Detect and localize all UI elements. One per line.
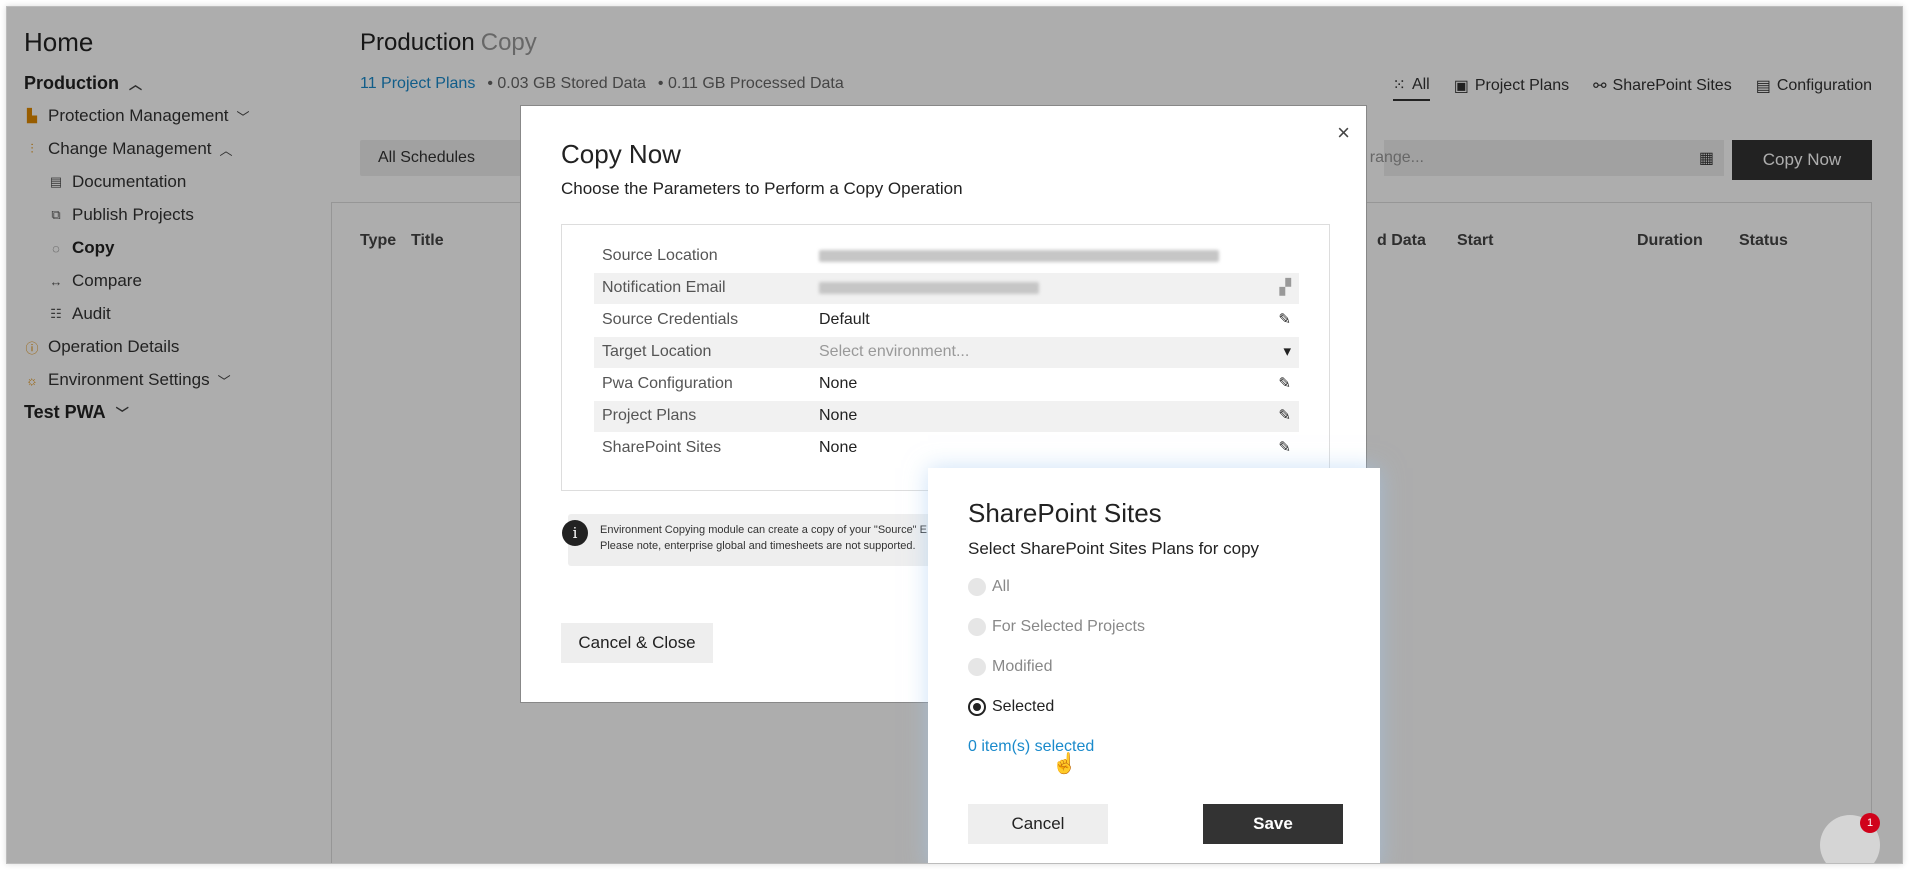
cancel-close-button[interactable]: Cancel & Close [561,623,713,663]
radio-button[interactable] [968,578,986,596]
save-button[interactable]: Save [1203,804,1343,844]
edit-pencil-icon[interactable]: ✎ [1278,406,1291,424]
param-row-source-location: Source Location [594,241,1299,272]
radio-option-all[interactable]: All [968,578,1010,596]
info-text: Environment Copying module can create a … [600,522,927,554]
radio-option-modified[interactable]: Modified [968,658,1052,676]
popup-subtitle: Select SharePoint Sites Plans for copy [968,539,1260,558]
param-row-project-plans: Project Plans None ✎ [594,401,1299,432]
param-value: None [819,439,858,456]
dropdown-caret-icon[interactable]: ▾ [1283,342,1291,360]
notification-email-value [819,279,1039,299]
radio-button[interactable] [968,618,986,636]
param-label: Target Location [602,343,712,360]
target-location-select[interactable]: Select environment... [819,343,969,361]
hand-cursor-icon: ☝ [1052,753,1077,775]
radio-button-checked[interactable] [968,698,986,716]
param-label: Project Plans [602,407,697,424]
param-value: None [819,407,858,424]
param-row-pwa-configuration: Pwa Configuration None ✎ [594,369,1299,400]
info-icon: i [562,520,588,546]
radio-label: Modified [992,658,1053,675]
radio-option-for-selected-projects[interactable]: For Selected Projects [968,618,1145,636]
edit-pencil-icon[interactable]: ✎ [1278,310,1291,328]
source-location-value [819,247,1219,267]
param-row-source-credentials: Source Credentials Default ✎ [594,305,1299,336]
radio-label: All [992,578,1010,595]
param-label: SharePoint Sites [602,439,722,456]
radio-label: Selected [992,698,1055,715]
edit-pencil-icon[interactable]: ✎ [1278,438,1291,456]
sharepoint-sites-popup: SharePoint Sites Select SharePoint Sites… [928,468,1380,863]
close-icon[interactable]: × [1337,120,1350,146]
param-value: None [819,375,858,392]
param-row-notification-email: Notification Email ▞ [594,273,1299,304]
modal-title: Copy Now [561,139,681,169]
radio-button[interactable] [968,658,986,676]
param-label: Notification Email [602,279,726,296]
edit-pencil-icon[interactable]: ✎ [1278,374,1291,392]
param-row-sharepoint-sites: SharePoint Sites None ✎ [594,433,1299,464]
cancel-button[interactable]: Cancel [968,804,1108,844]
edit-icon[interactable]: ▞ [1279,278,1291,296]
info-line: Please note, enterprise global and times… [600,540,916,552]
popup-title: SharePoint Sites [968,498,1162,528]
radio-option-selected[interactable]: Selected [968,698,1054,716]
info-line: Environment Copying module can create a … [600,524,927,536]
param-label: Source Credentials [602,311,739,328]
app-window: Home Production ︿ ▙ Protection Managemen… [6,6,1903,864]
param-label: Pwa Configuration [602,375,733,392]
param-label: Source Location [602,247,718,264]
param-row-target-location: Target Location Select environment... ▾ [594,337,1299,368]
radio-label: For Selected Projects [992,618,1145,635]
notification-badge: 1 [1860,813,1880,833]
parameters-panel: Source Location Notification Email ▞ Sou… [561,224,1330,491]
modal-subtitle: Choose the Parameters to Perform a Copy … [561,179,963,198]
param-value: Default [819,311,870,328]
